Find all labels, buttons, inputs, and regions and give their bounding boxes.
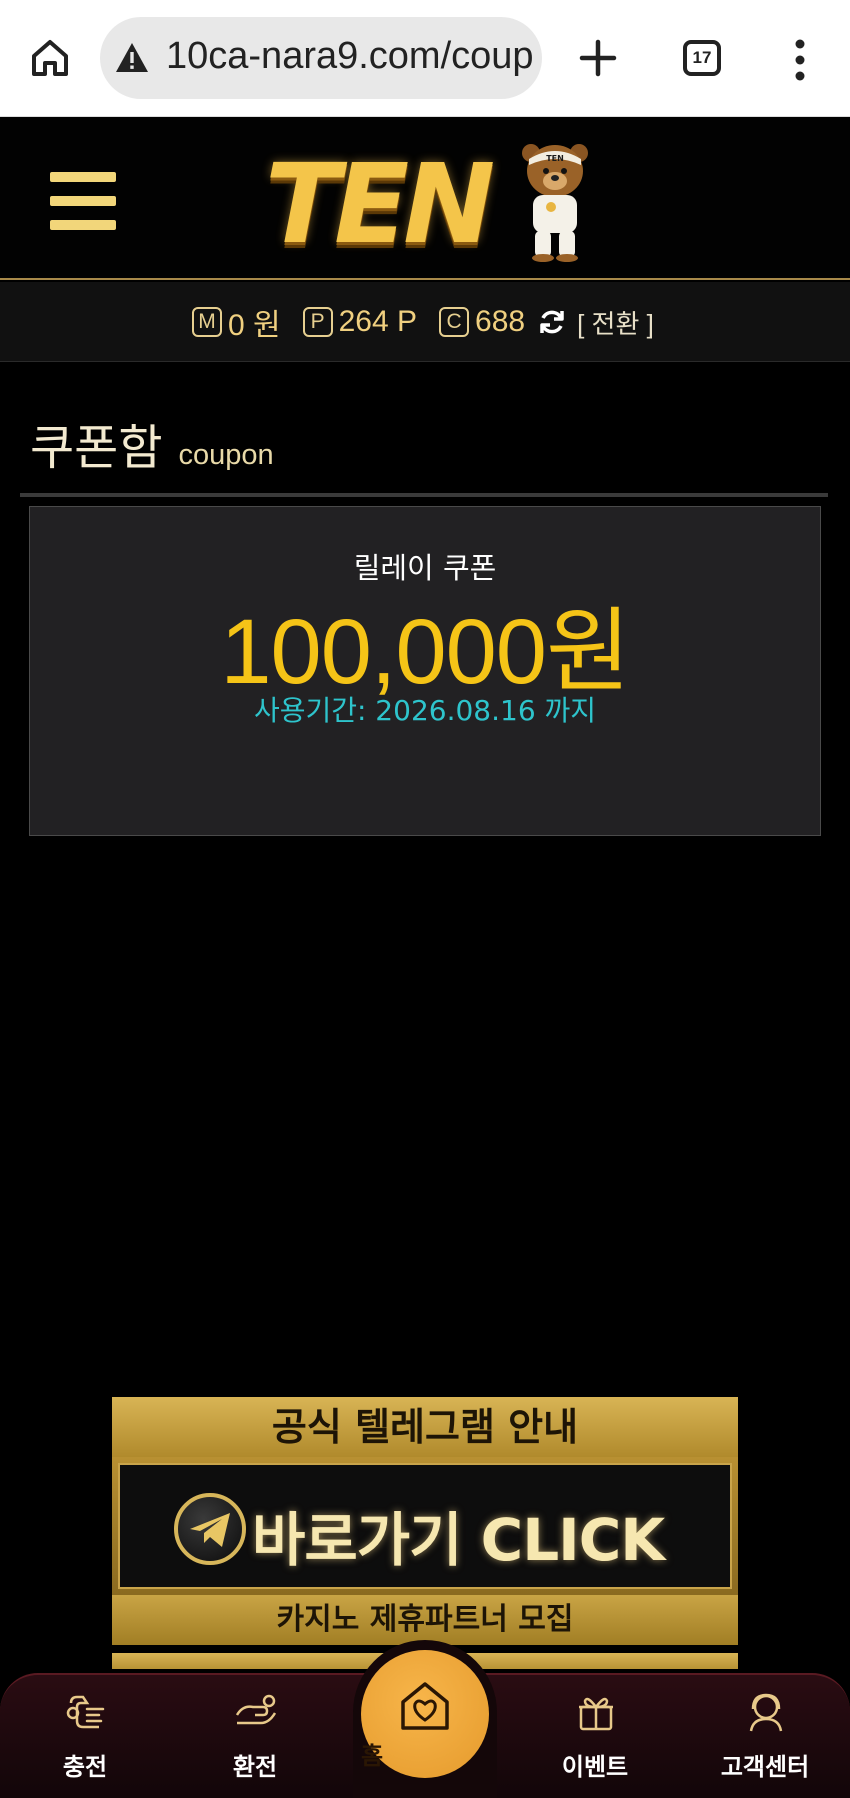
site-header: TEN TEN	[0, 117, 850, 280]
nav-event[interactable]: 이벤트	[535, 1675, 655, 1798]
title-divider	[20, 493, 828, 497]
nav-home-label: 홈	[361, 1742, 384, 1770]
telegram-icon	[174, 1493, 246, 1565]
page-heading: 쿠폰함 coupon	[30, 408, 274, 476]
convert-button[interactable]: [ 전환 ]	[577, 304, 654, 341]
more-menu-icon[interactable]	[790, 38, 810, 82]
page-title: 쿠폰함	[30, 420, 163, 476]
money-icon: M	[192, 307, 222, 337]
nav-support[interactable]: 고객센터	[705, 1675, 825, 1798]
home-heart-icon	[401, 1682, 449, 1730]
nav-withdraw[interactable]: 환전	[195, 1675, 315, 1798]
browser-toolbar: 10ca-nara9.com/coup 17	[0, 0, 850, 117]
home-icon[interactable]	[28, 36, 72, 80]
point-icon: P	[302, 307, 333, 337]
logo-text: TEN	[265, 140, 495, 268]
site-logo[interactable]: TEN TEN	[265, 137, 595, 262]
coin-balance: 688	[475, 305, 526, 338]
nav-support-label: 고객센터	[720, 1753, 810, 1781]
new-tab-icon[interactable]	[574, 34, 622, 82]
page-subtitle: coupon	[178, 439, 274, 471]
banner-click-text: 바로가기 CLICK	[252, 1506, 665, 1574]
coupon-expiry: 사용기간: 2026.08.16 까지	[253, 694, 597, 727]
bear-cap-text: TEN	[546, 154, 564, 163]
balance-bar: M 0 원 P 264 P C 688 [ 전환 ]	[0, 282, 850, 362]
warning-icon[interactable]	[114, 41, 150, 75]
tab-switcher-button[interactable]: 17	[683, 40, 721, 76]
banner-title: 공식 텔레그램 안내	[112, 1397, 738, 1457]
money-balance: 0 원	[228, 309, 281, 342]
banner-subtitle: 카지노 제휴파트너 모집	[112, 1595, 738, 1645]
address-bar[interactable]: 10ca-nara9.com/coup	[100, 17, 542, 99]
nav-deposit-label: 충전	[62, 1753, 108, 1781]
hamburger-menu-icon[interactable]	[50, 172, 116, 230]
refresh-icon[interactable]	[537, 307, 567, 337]
gift-icon	[579, 1697, 613, 1731]
point-balance: 264 P	[338, 305, 418, 338]
coupon-card[interactable]: 릴레이 쿠폰 100,000원 사용기간: 2026.08.16 까지	[29, 506, 821, 836]
url-text[interactable]: 10ca-nara9.com/coup	[166, 35, 534, 78]
telegram-banner[interactable]: 공식 텔레그램 안내 바로가기 CLICK 카지노 제휴파트너 모집	[112, 1397, 738, 1669]
nav-withdraw-label: 환전	[232, 1753, 278, 1781]
withdraw-icon	[235, 1694, 277, 1725]
nav-home[interactable]: 홈	[361, 1650, 489, 1778]
nav-deposit[interactable]: 충전	[25, 1675, 145, 1798]
nav-event-label: 이벤트	[561, 1753, 629, 1781]
support-agent-icon	[749, 1693, 783, 1732]
deposit-icon	[66, 1695, 105, 1729]
bear-mascot-icon: TEN	[522, 144, 588, 262]
coin-icon: C	[439, 307, 470, 337]
